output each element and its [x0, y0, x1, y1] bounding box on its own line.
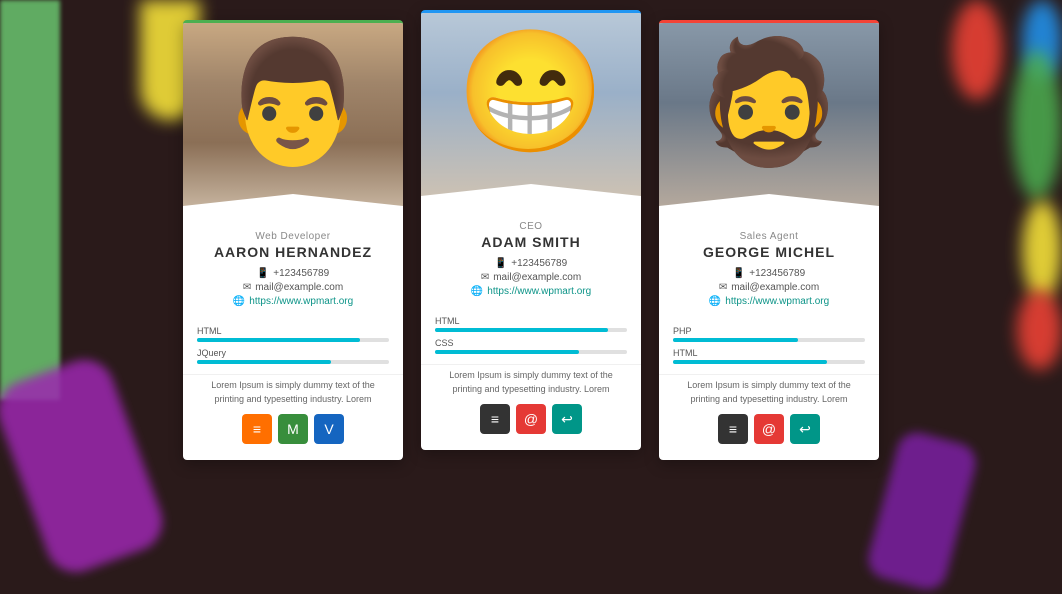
name-george: GEORGE MICHEL — [673, 244, 865, 260]
skill-bar-jquery-aaron — [197, 360, 331, 364]
globe-icon-george: 🌐 — [709, 296, 721, 307]
desc-george: Lorem Ipsum is simply dummy text of the … — [659, 374, 879, 414]
social-btn-email-adam[interactable]: @ — [516, 404, 546, 434]
email-icon-aaron: ✉ — [243, 282, 251, 293]
social-btn-share-adam[interactable]: ↩ — [552, 404, 582, 434]
skill-html-aaron: HTML — [197, 326, 389, 342]
skills-aaron: HTML JQuery — [183, 318, 403, 374]
skills-george: PHP HTML — [659, 318, 879, 374]
globe-icon-adam: 🌐 — [471, 286, 483, 297]
skill-bar-php-george — [673, 338, 798, 342]
name-aaron: AARON HERNANDEZ — [197, 244, 389, 260]
email-icon-adam: ✉ — [481, 272, 489, 283]
globe-icon-aaron: 🌐 — [233, 296, 245, 307]
social-btn-menu-george[interactable]: ≡ — [718, 414, 748, 444]
email-george: ✉ mail@example.com — [673, 282, 865, 293]
skill-css-adam: CSS — [435, 338, 627, 354]
social-btn-menu-adam[interactable]: ≡ — [480, 404, 510, 434]
social-btn-share-george[interactable]: ↩ — [790, 414, 820, 444]
skill-jquery-aaron: JQuery — [197, 348, 389, 364]
splash-yellow-right — [1022, 200, 1062, 300]
cards-container: Web Developer AARON HERNANDEZ 📱 +1234567… — [183, 20, 879, 460]
card-body-george: Sales Agent GEORGE MICHEL 📱 +123456789 ✉… — [659, 223, 879, 318]
email-icon-george: ✉ — [719, 282, 727, 293]
skill-bar-html-george — [673, 360, 827, 364]
card-body-aaron: Web Developer AARON HERNANDEZ 📱 +1234567… — [183, 223, 403, 318]
card-george: Sales Agent GEORGE MICHEL 📱 +123456789 ✉… — [659, 20, 879, 460]
name-adam: ADAM SMITH — [435, 234, 627, 250]
social-aaron: ≡ M V — [183, 414, 403, 444]
social-btn-medium-aaron[interactable]: M — [278, 414, 308, 444]
website-aaron: 🌐 https://www.wpmart.org — [197, 296, 389, 307]
phone-george: 📱 +123456789 — [673, 268, 865, 279]
skill-html-george: HTML — [673, 348, 865, 364]
social-adam: ≡ @ ↩ — [421, 404, 641, 434]
website-george: 🌐 https://www.wpmart.org — [673, 296, 865, 307]
photo-aaron — [183, 23, 403, 223]
skill-bar-css-adam — [435, 350, 579, 354]
desc-adam: Lorem Ipsum is simply dummy text of the … — [421, 364, 641, 404]
social-btn-menu-aaron[interactable]: ≡ — [242, 414, 272, 444]
photo-george — [659, 23, 879, 223]
desc-aaron: Lorem Ipsum is simply dummy text of the … — [183, 374, 403, 414]
skill-php-george: PHP — [673, 326, 865, 342]
phone-adam: 📱 +123456789 — [435, 258, 627, 269]
skills-adam: HTML CSS — [421, 308, 641, 364]
website-adam: 🌐 https://www.wpmart.org — [435, 286, 627, 297]
phone-icon-aaron: 📱 — [257, 268, 269, 279]
role-aaron: Web Developer — [197, 231, 389, 242]
splash-green-left — [0, 0, 60, 400]
splash-purple2 — [864, 428, 980, 594]
photo-adam — [421, 13, 641, 213]
phone-icon-adam: 📱 — [495, 258, 507, 269]
skill-html-adam: HTML — [435, 316, 627, 332]
card-aaron: Web Developer AARON HERNANDEZ 📱 +1234567… — [183, 20, 403, 460]
card-adam: CEO ADAM SMITH 📱 +123456789 ✉ mail@examp… — [421, 10, 641, 450]
social-btn-vimeo-aaron[interactable]: V — [314, 414, 344, 444]
skill-bar-html-adam — [435, 328, 608, 332]
splash-red — [952, 0, 1002, 100]
role-adam: CEO — [435, 221, 627, 232]
splash-purple — [0, 352, 171, 581]
card-body-adam: CEO ADAM SMITH 📱 +123456789 ✉ mail@examp… — [421, 213, 641, 308]
social-george: ≡ @ ↩ — [659, 414, 879, 444]
splash-green-right — [1012, 50, 1062, 200]
email-adam: ✉ mail@example.com — [435, 272, 627, 283]
social-btn-email-george[interactable]: @ — [754, 414, 784, 444]
phone-aaron: 📱 +123456789 — [197, 268, 389, 279]
skill-bar-html-aaron — [197, 338, 360, 342]
email-aaron: ✉ mail@example.com — [197, 282, 389, 293]
phone-icon-george: 📱 — [733, 268, 745, 279]
role-george: Sales Agent — [673, 231, 865, 242]
splash-red-right — [1017, 290, 1062, 370]
